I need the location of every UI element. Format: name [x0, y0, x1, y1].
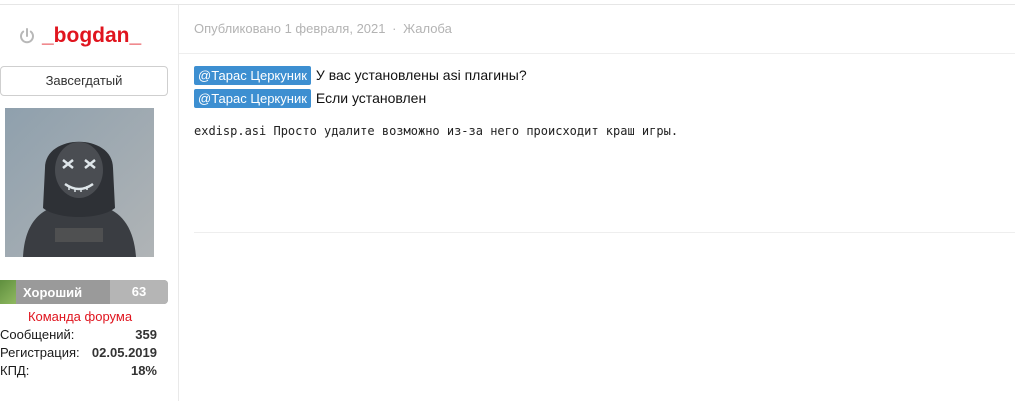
stat-value: 02.05.2019 — [91, 345, 157, 360]
reputation-count: 63 — [110, 280, 168, 304]
post-date[interactable]: Опубликовано 1 февраля, 2021 — [194, 21, 385, 36]
reputation-stripe — [0, 280, 16, 304]
author-sidebar: _bogdan_ Завсегдатый Хороший 63 Команда … — [0, 5, 179, 401]
stat-row-registration: Регистрация: 02.05.2019 — [0, 344, 157, 362]
author-stats: Сообщений: 359 Регистрация: 02.05.2019 К… — [0, 326, 157, 380]
user-group: Команда форума — [27, 309, 133, 324]
avatar[interactable] — [5, 108, 154, 257]
report-link[interactable]: Жалоба — [403, 21, 452, 36]
power-icon — [18, 27, 36, 45]
post-meta: Опубликовано 1 февраля, 2021 · Жалоба — [194, 21, 452, 36]
meta-separator: · — [392, 21, 397, 36]
reputation-bar: Хороший 63 — [0, 280, 168, 304]
stat-label: КПД: — [0, 363, 30, 378]
post-body: @Тарас Церкуник У вас установлены asi пл… — [194, 64, 678, 138]
stat-value: 359 — [135, 327, 157, 342]
post-text: У вас установлены asi плагины? — [315, 67, 527, 83]
post-text: Если установлен — [315, 90, 427, 106]
stat-row-posts: Сообщений: 359 — [0, 326, 157, 344]
user-mention[interactable]: @Тарас Церкуник — [194, 65, 311, 85]
post-line: @Тарас Церкуник У вас установлены asi пл… — [194, 64, 678, 86]
user-rank-title: Завсегдатый — [0, 66, 168, 96]
author-name-link[interactable]: _bogdan_ — [42, 24, 141, 48]
reputation-label: Хороший — [23, 284, 83, 300]
code-text: exdisp.asi Просто удалите возможно из-за… — [194, 124, 679, 138]
user-mention[interactable]: @Тарас Церкуник — [194, 88, 311, 108]
post-line: @Тарас Церкуник Если установлен — [194, 87, 678, 109]
stat-label: Регистрация: — [0, 345, 80, 360]
meta-divider — [179, 53, 1015, 54]
post-divider — [194, 232, 1015, 233]
stat-label: Сообщений: — [0, 327, 75, 342]
stat-value: 18% — [130, 363, 157, 378]
stat-row-kpd: КПД: 18% — [0, 362, 157, 380]
author-block: _bogdan_ — [18, 23, 141, 49]
